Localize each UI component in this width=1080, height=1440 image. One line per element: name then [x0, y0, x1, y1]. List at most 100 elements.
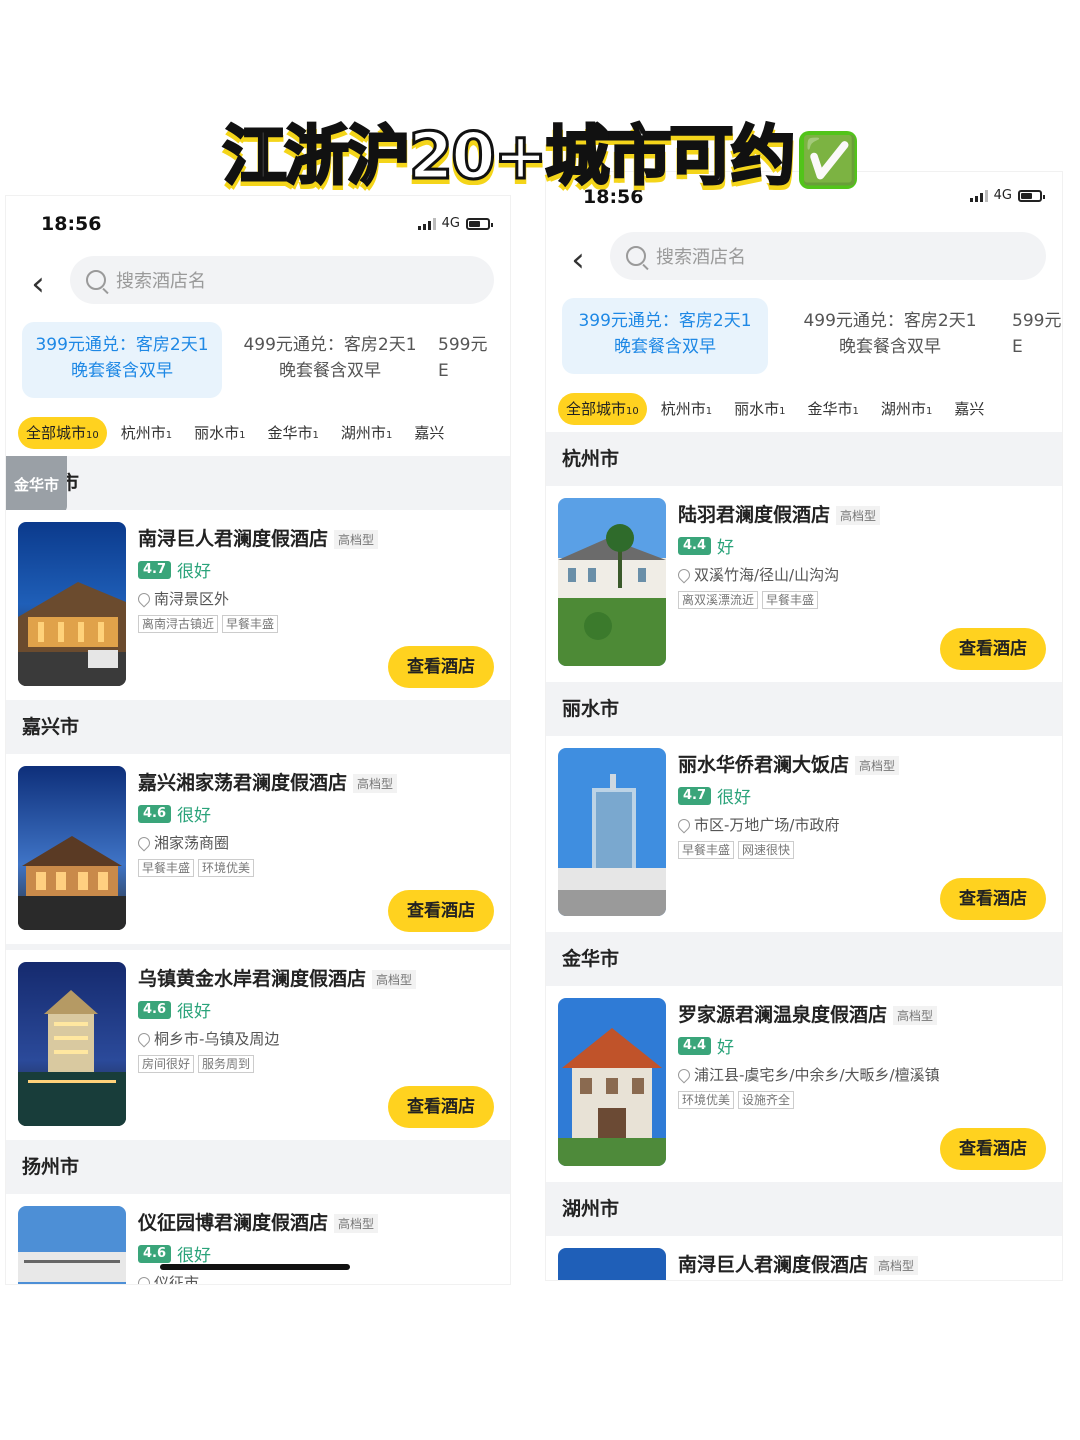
- search-icon: [626, 246, 646, 266]
- location-pin-icon: [675, 566, 693, 583]
- package-line2: 晚套餐含双早: [71, 361, 173, 381]
- hotel-location: 湘家荡商圈: [154, 834, 230, 852]
- hotel-info: 陆羽君澜度假酒店 高档型 4.4 好 双溪竹海/径山/山沟沟 离双溪漂流近 早餐丰盛: [675, 500, 1050, 609]
- hotel-name: 丽水华侨君澜大饭店: [678, 754, 850, 776]
- hotel-photo: [558, 748, 666, 916]
- location-pin-icon: [135, 590, 153, 607]
- city-filter: 全部城市10 杭州市1 丽水市1 金华市1 湖州市1 嘉兴: [546, 378, 1062, 432]
- hotel-card[interactable]: 罗家源君澜温泉度假酒店 高档型 4.4 好 浦江县-虞宅乡/中余乡/大畈乡/檀溪镇 …: [546, 986, 1062, 1182]
- hotel-tag: 离双溪漂流近: [678, 591, 759, 609]
- chip-all-cities[interactable]: 全部城市10: [18, 417, 107, 449]
- hotel-tier: 高档型: [334, 1214, 379, 1233]
- hotel-rating-label: 很好: [177, 1002, 212, 1022]
- hotel-score: 4.6: [138, 1000, 172, 1019]
- hotel-score: 4.4: [678, 1036, 712, 1055]
- chip-hangzhou[interactable]: 杭州市1: [653, 393, 720, 425]
- hotel-location: 桐乡市-乌镇及周边: [154, 1030, 280, 1048]
- chip-jinhua[interactable]: 金华市1: [260, 417, 327, 449]
- hotel-card[interactable]: 陆羽君澜度假酒店 高档型 4.4 好 双溪竹海/径山/山沟沟 离双溪漂流近 早餐丰盛 …: [546, 486, 1062, 682]
- chip-jinhua[interactable]: 金华市1: [800, 393, 867, 425]
- view-hotel-button[interactable]: 查看酒店: [388, 646, 494, 688]
- back-arrow-icon[interactable]: ‹: [560, 242, 596, 278]
- hotel-photo: [18, 962, 126, 1126]
- hotel-info: 南浔巨人君澜度假酒店 高档型 4.7 很好 南浔景区外 离南浔古镇近 早餐丰盛: [135, 524, 498, 633]
- view-hotel-button[interactable]: 查看酒店: [388, 1086, 494, 1128]
- location-pin-icon: [675, 1066, 693, 1083]
- home-indicator[interactable]: [160, 1264, 350, 1270]
- hotel-name: 仪征园博君澜度假酒店: [138, 1212, 329, 1234]
- hotel-tag: 早餐丰盛: [678, 841, 735, 859]
- hotel-info: 罗家源君澜温泉度假酒店 高档型 4.4 好 浦江县-虞宅乡/中余乡/大畈乡/檀溪镇 …: [675, 1000, 1050, 1109]
- search-icon: [86, 270, 106, 290]
- package-line2: E: [1012, 337, 1023, 357]
- hotel-tag: 房间很好: [138, 1055, 195, 1073]
- chip-hangzhou[interactable]: 杭州市1: [113, 417, 180, 449]
- status-time: 18:56: [41, 213, 102, 235]
- hotel-tier: 高档型: [353, 774, 398, 793]
- hotel-card[interactable]: 南浔巨人君澜度假酒店 高档型: [546, 1236, 1062, 1280]
- hotel-location: 浦江县-虞宅乡/中余乡/大畈乡/檀溪镇: [694, 1066, 940, 1084]
- hotel-location: 市区-万地广场/市政府: [694, 816, 840, 834]
- view-hotel-button[interactable]: 查看酒店: [940, 1128, 1046, 1170]
- package-tabs: 399元通兑：客房2天1 晚套餐含双早 499元通兑：客房2天1 晚套餐含双早 …: [546, 298, 1062, 378]
- phone-screenshot-right: 18:56 4G ‹ 搜索酒店名 399元通兑：客房2天1 晚套餐含双早 499…: [546, 172, 1062, 1280]
- check-badge-icon: ✅: [799, 131, 858, 190]
- hotel-tag: 早餐丰盛: [222, 615, 279, 633]
- hotel-card[interactable]: 仪征园博君澜度假酒店 高档型 4.6 很好 仪征市: [6, 1194, 510, 1284]
- chip-huzhou[interactable]: 湖州市1: [333, 417, 400, 449]
- hotel-card[interactable]: 南浔巨人君澜度假酒店 高档型 4.7 很好 南浔景区外 离南浔古镇近 早餐丰盛 查看酒…: [6, 510, 510, 700]
- hotel-rating-label: 很好: [717, 788, 752, 808]
- package-line1: 599元: [1012, 311, 1062, 331]
- chip-lishui[interactable]: 丽水市1: [186, 417, 253, 449]
- section-header-jinhua: 金华市: [546, 932, 1062, 986]
- package-tab-399[interactable]: 399元通兑：客房2天1 晚套餐含双早: [22, 322, 222, 398]
- package-line1: 499元通兑：客房2天1: [243, 335, 417, 355]
- chip-jiaxing[interactable]: 嘉兴: [946, 393, 992, 425]
- section-title: 丽水市: [562, 698, 620, 720]
- hotel-tier: 高档型: [893, 1006, 938, 1025]
- hotel-rating-label: 很好: [177, 806, 212, 826]
- chip-all-cities[interactable]: 全部城市10: [558, 393, 647, 425]
- section-header-huzhou: 金华市 湖州市: [6, 456, 510, 514]
- chip-lishui[interactable]: 丽水市1: [726, 393, 793, 425]
- headline-text: 江浙沪20+城市可约: [221, 119, 797, 196]
- hotel-score: 4.7: [138, 560, 172, 579]
- hotel-name: 南浔巨人君澜度假酒店: [678, 1254, 869, 1276]
- search-input[interactable]: 搜索酒店名: [70, 256, 494, 304]
- package-line1: 499元通兑：客房2天1: [803, 311, 977, 331]
- package-tab-399[interactable]: 399元通兑：客房2天1 晚套餐含双早: [562, 298, 768, 374]
- floating-city-label: 金华市: [6, 456, 68, 514]
- hotel-tag: 环境优美: [678, 1091, 735, 1109]
- view-hotel-button[interactable]: 查看酒店: [940, 628, 1046, 670]
- hotel-photo: [18, 1206, 126, 1284]
- package-tab-599[interactable]: 599元 E: [1012, 298, 1062, 374]
- chip-jiaxing[interactable]: 嘉兴: [406, 417, 452, 449]
- package-tab-499[interactable]: 499元通兑：客房2天1 晚套餐含双早: [776, 298, 1004, 374]
- search-input[interactable]: 搜索酒店名: [610, 232, 1046, 280]
- hotel-name: 罗家源君澜温泉度假酒店: [678, 1004, 888, 1026]
- back-arrow-icon[interactable]: ‹: [20, 266, 56, 302]
- view-hotel-button[interactable]: 查看酒店: [940, 878, 1046, 920]
- status-icons: 4G: [417, 216, 493, 231]
- package-line2: 晚套餐含双早: [279, 361, 381, 381]
- package-tab-499[interactable]: 499元通兑：客房2天1 晚套餐含双早: [230, 322, 430, 398]
- search-placeholder: 搜索酒店名: [656, 247, 746, 268]
- battery-icon: [466, 217, 493, 230]
- hotel-tag: 早餐丰盛: [138, 859, 195, 877]
- search-row: ‹ 搜索酒店名: [546, 228, 1062, 298]
- package-tab-599[interactable]: 599元 E: [438, 322, 498, 398]
- hotel-card[interactable]: 嘉兴湘家荡君澜度假酒店 高档型 4.6 很好 湘家荡商圈 早餐丰盛 环境优美 查看酒店: [6, 754, 510, 944]
- headline: 江浙沪20+城市可约 ✅: [0, 105, 1080, 197]
- package-line2: 晚套餐含双早: [614, 337, 716, 357]
- hotel-card[interactable]: 乌镇黄金水岸君澜度假酒店 高档型 4.6 很好 桐乡市-乌镇及周边 房间很好 服务周到…: [6, 950, 510, 1140]
- chip-huzhou[interactable]: 湖州市1: [873, 393, 940, 425]
- hotel-card[interactable]: 丽水华侨君澜大饭店 高档型 4.7 很好 市区-万地广场/市政府 早餐丰盛 网速很快 …: [546, 736, 1062, 932]
- hotel-name: 陆羽君澜度假酒店: [678, 504, 831, 526]
- hotel-photo: [558, 1248, 666, 1280]
- hotel-rating-label: 很好: [177, 562, 212, 582]
- phone-screenshot-left: 18:56 4G ‹ 搜索酒店名 399元通兑：客房2天1 晚套餐含双早 499…: [6, 196, 510, 1284]
- view-hotel-button[interactable]: 查看酒店: [388, 890, 494, 932]
- status-bar: 18:56 4G: [6, 196, 510, 252]
- hotel-info: 嘉兴湘家荡君澜度假酒店 高档型 4.6 很好 湘家荡商圈 早餐丰盛 环境优美: [135, 768, 498, 877]
- network-type: 4G: [441, 216, 460, 231]
